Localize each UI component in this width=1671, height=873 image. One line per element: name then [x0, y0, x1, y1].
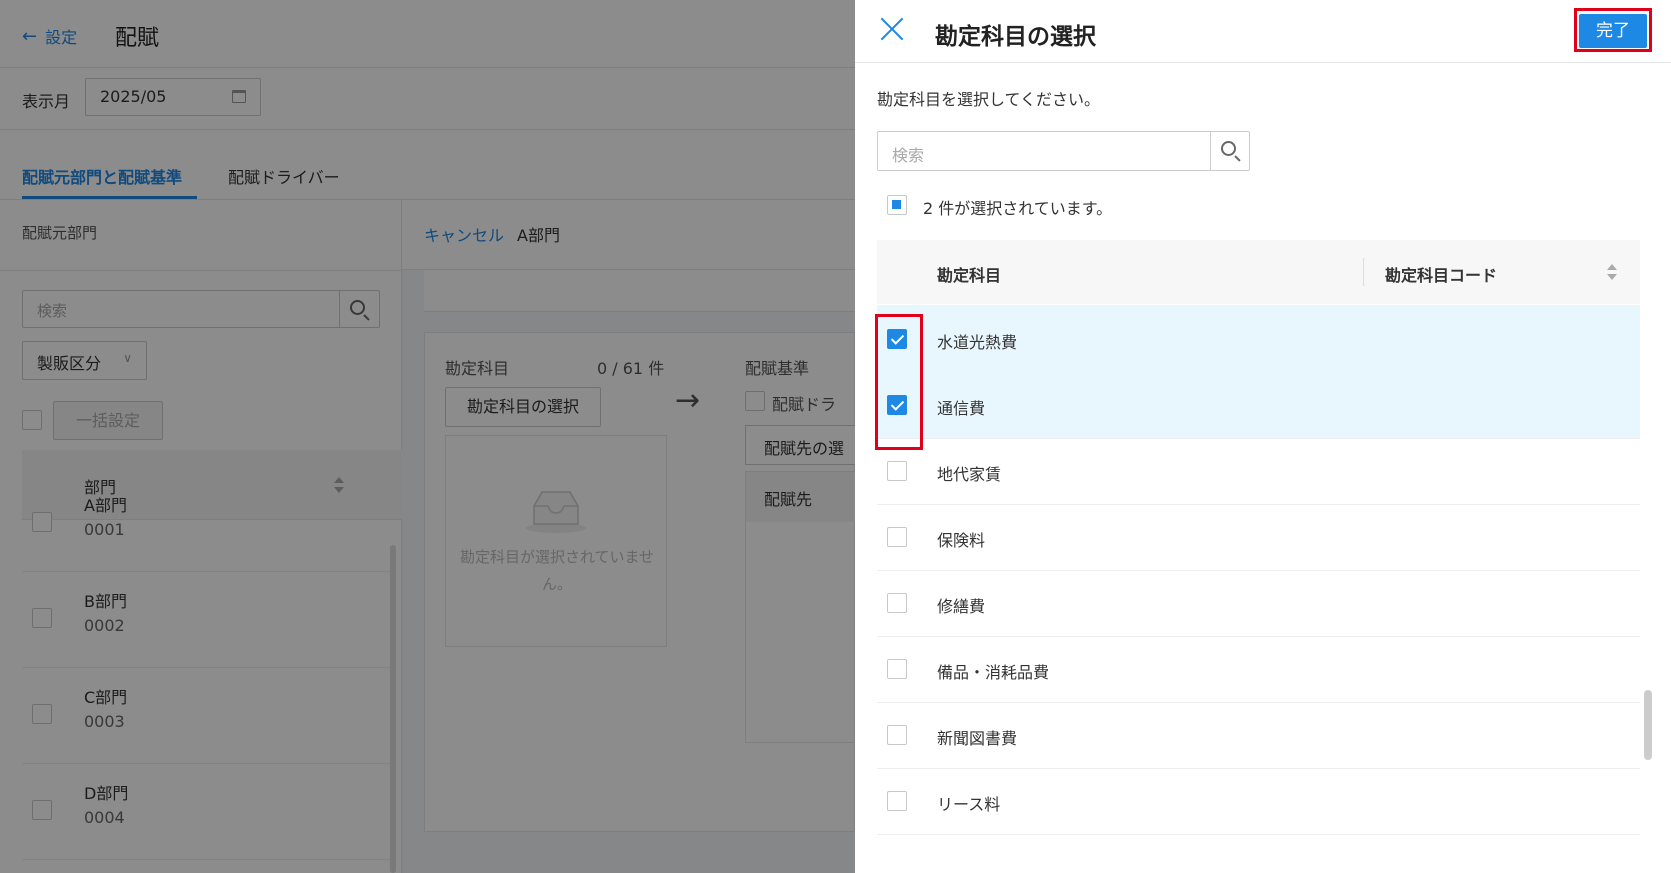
checkbox-highlight-box — [875, 314, 923, 450]
account-column-header: 勘定科目 — [937, 266, 1002, 285]
table-row[interactable]: 通信費 — [877, 371, 1640, 439]
drawer-scrollbar-thumb[interactable] — [1644, 690, 1652, 760]
row-checkbox[interactable] — [887, 527, 907, 547]
account-name: 水道光熱費 — [937, 333, 1018, 352]
selected-count-text: 2 件が選択されています。 — [923, 199, 1113, 218]
account-search[interactable]: 検索 — [877, 131, 1250, 171]
close-icon[interactable] — [877, 14, 907, 44]
account-name: 新聞図書費 — [937, 729, 1018, 748]
account-name: リース料 — [937, 795, 1001, 814]
modal-overlay[interactable] — [0, 0, 855, 873]
table-row[interactable]: 地代家賃 — [877, 437, 1640, 505]
account-select-drawer: 勘定科目の選択 完了 勘定科目を選択してください。 検索 2 件が選択されていま… — [855, 0, 1671, 873]
account-name: 地代家賃 — [937, 465, 1002, 484]
account-search-placeholder: 検索 — [892, 146, 925, 165]
table-row[interactable]: 新聞図書費 — [877, 701, 1640, 769]
sort-icon[interactable] — [1607, 264, 1617, 280]
account-name: 通信費 — [937, 399, 986, 418]
row-checkbox[interactable] — [887, 461, 907, 481]
table-row[interactable]: 水道光熱費 — [877, 305, 1640, 373]
account-name: 保険料 — [937, 531, 986, 550]
select-all-checkbox[interactable] — [887, 195, 907, 215]
account-table-header: 勘定科目 勘定科目コード — [877, 240, 1640, 304]
table-row[interactable]: リース料 — [877, 767, 1640, 835]
row-checkbox[interactable] — [887, 659, 907, 679]
row-checkbox[interactable] — [887, 791, 907, 811]
done-highlight-box — [1574, 8, 1652, 52]
search-icon — [1221, 141, 1236, 156]
drawer-instruction: 勘定科目を選択してください。 — [877, 90, 1101, 109]
table-row[interactable]: 備品・消耗品費 — [877, 635, 1640, 703]
table-row[interactable]: 保険料 — [877, 503, 1640, 571]
account-name: 修繕費 — [937, 597, 986, 616]
account-search-button[interactable] — [1210, 132, 1249, 170]
column-divider — [1363, 258, 1364, 286]
account-name: 備品・消耗品費 — [937, 663, 1050, 682]
row-checkbox[interactable] — [887, 725, 907, 745]
account-code-column-header: 勘定科目コード — [1385, 266, 1498, 285]
drawer-header: 勘定科目の選択 完了 — [855, 0, 1671, 63]
drawer-title: 勘定科目の選択 — [935, 24, 1096, 50]
drawer-scrollbar-track[interactable] — [1643, 240, 1651, 873]
table-row[interactable]: 修繕費 — [877, 569, 1640, 637]
row-checkbox[interactable] — [887, 593, 907, 613]
